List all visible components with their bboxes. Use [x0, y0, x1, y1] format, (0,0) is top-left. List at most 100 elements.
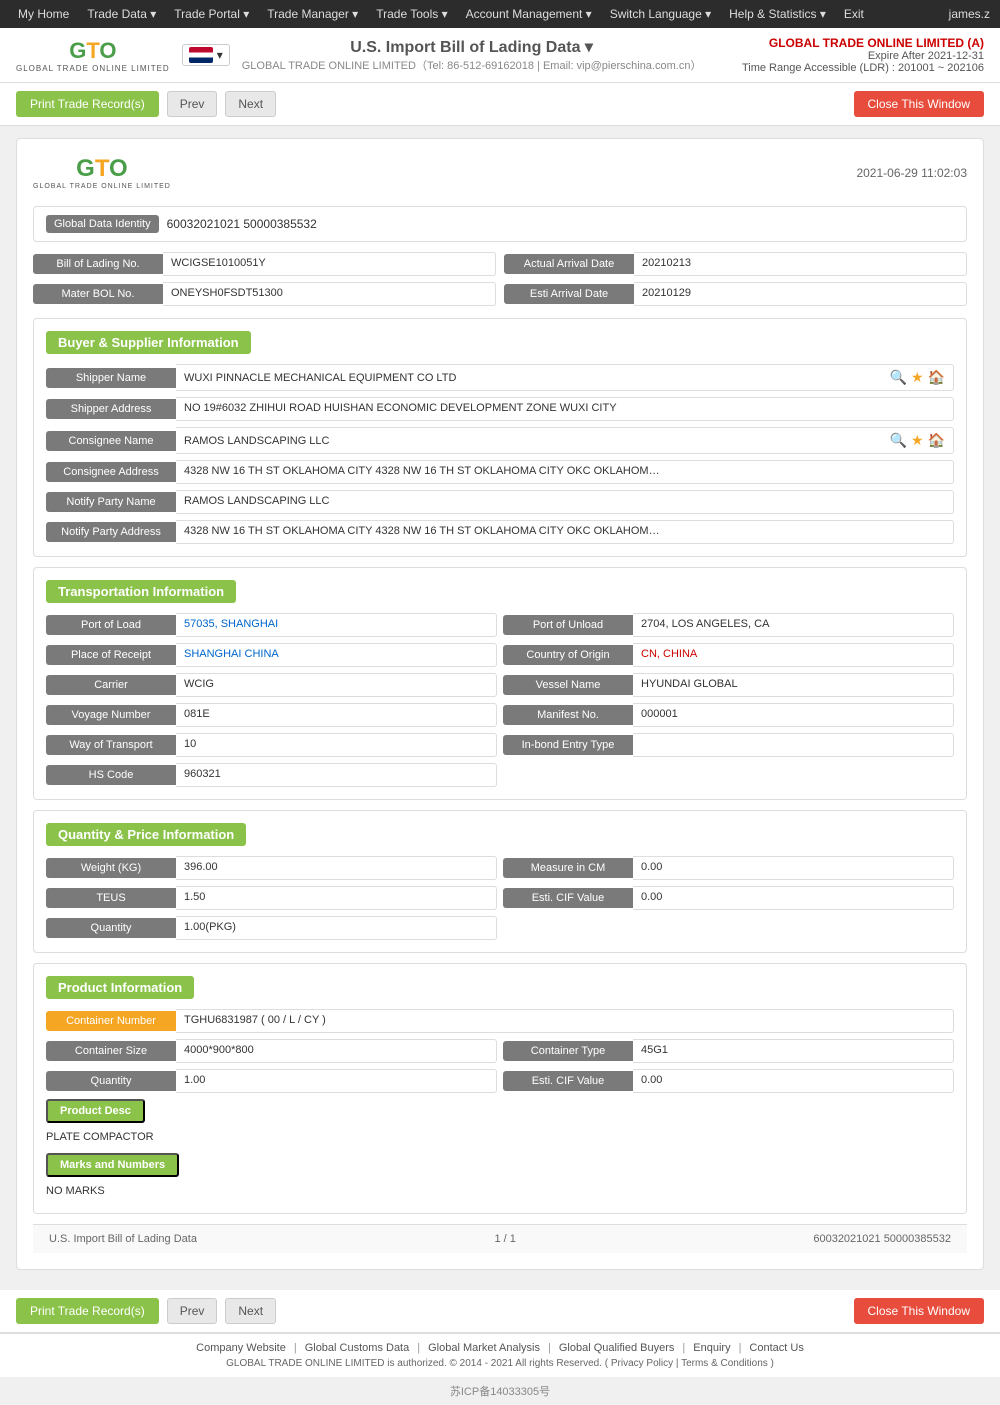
bottom-close-button[interactable]: Close This Window — [854, 1298, 984, 1324]
logo-o: O — [99, 38, 116, 63]
shipper-search-icon[interactable]: 🔍 — [890, 369, 907, 386]
quantity-value: 1.00(PKG) — [176, 916, 497, 940]
main-content: GTO GLOBAL TRADE ONLINE LIMITED 2021-06-… — [0, 126, 1000, 1290]
actual-arrival-row: Actual Arrival Date 20210213 — [504, 252, 967, 276]
bottom-next-button[interactable]: Next — [225, 1298, 276, 1324]
mater-bol-field-row: Mater BOL No. ONEYSH0FSDT51300 — [33, 282, 496, 306]
product-esti-cif-value: 0.00 — [633, 1069, 954, 1093]
icp-notice: 苏ICP备14033305号 — [0, 1377, 1000, 1405]
consignee-address-value: 4328 NW 16 TH ST OKLAHOMA CITY 4328 NW 1… — [176, 460, 954, 484]
buyer-supplier-header: Buyer & Supplier Information — [46, 331, 251, 354]
esti-cif-row: Esti. CIF Value 0.00 — [503, 886, 954, 910]
shipper-star-icon[interactable]: ★ — [911, 369, 924, 386]
nav-trade-tools[interactable]: Trade Tools ▾ — [368, 0, 455, 28]
top-navigation: My Home Trade Data ▾ Trade Portal ▾ Trad… — [0, 0, 1000, 28]
consignee-address-label: Consignee Address — [46, 462, 176, 482]
consignee-star-icon[interactable]: ★ — [911, 432, 924, 449]
footer-global-customs[interactable]: Global Customs Data — [305, 1342, 410, 1354]
measure-label: Measure in CM — [503, 858, 633, 878]
manifest-no-row: Manifest No. 000001 — [503, 703, 954, 727]
bottom-toolbar-left: Print Trade Record(s) Prev Next — [16, 1298, 276, 1324]
footer-enquiry[interactable]: Enquiry — [693, 1342, 730, 1354]
product-section: Product Information Container Number TGH… — [33, 963, 967, 1214]
quantity-price-header: Quantity & Price Information — [46, 823, 246, 846]
esti-arrival-value: 20210129 — [634, 282, 967, 306]
country-of-origin-label: Country of Origin — [503, 645, 633, 665]
logo-g: G — [69, 38, 86, 63]
voyage-number-row: Voyage Number 081E — [46, 703, 497, 727]
product-desc-button[interactable]: Product Desc — [46, 1099, 145, 1123]
card-header: GTO GLOBAL TRADE ONLINE LIMITED 2021-06-… — [33, 155, 967, 190]
consignee-name-value: RAMOS LANDSCAPING LLC 🔍 ★ 🏠 — [176, 427, 954, 454]
bottom-print-button[interactable]: Print Trade Record(s) — [16, 1298, 159, 1324]
in-bond-entry-label: In-bond Entry Type — [503, 735, 633, 755]
user-display: james.z — [949, 7, 990, 21]
port-of-unload-row: Port of Unload 2704, LOS ANGELES, CA — [503, 613, 954, 637]
vessel-name-row: Vessel Name HYUNDAI GLOBAL — [503, 673, 954, 697]
global-data-identity-row: Global Data Identity 60032021021 5000038… — [33, 206, 967, 242]
global-data-identity-label: Global Data Identity — [46, 215, 159, 233]
quantity-label: Quantity — [46, 918, 176, 938]
container-number-field: Container Number TGHU6831987 ( 00 / L / … — [46, 1009, 954, 1033]
place-of-receipt-text: SHANGHAI CHINA — [184, 648, 279, 660]
shipper-name-row: Shipper Name WUXI PINNACLE MECHANICAL EQ… — [46, 364, 954, 391]
bottom-prev-button[interactable]: Prev — [167, 1298, 218, 1324]
notify-party-address-value: 4328 NW 16 TH ST OKLAHOMA CITY 4328 NW 1… — [176, 520, 954, 544]
footer-contact-us[interactable]: Contact Us — [749, 1342, 803, 1354]
nav-trade-data[interactable]: Trade Data ▾ — [79, 0, 164, 28]
container-size-value: 4000*900*800 — [176, 1039, 497, 1063]
container-number-value: TGHU6831987 ( 00 / L / CY ) — [176, 1009, 954, 1033]
prev-button[interactable]: Prev — [167, 91, 218, 117]
nav-help-statistics[interactable]: Help & Statistics ▾ — [721, 0, 834, 28]
record-footer-left: U.S. Import Bill of Lading Data — [49, 1233, 197, 1245]
footer-global-market[interactable]: Global Market Analysis — [428, 1342, 540, 1354]
voyage-number-label: Voyage Number — [46, 705, 176, 725]
bill-of-lading-value: WCIGSE1010051Y — [163, 252, 496, 276]
notify-party-name-field: Notify Party Name RAMOS LANDSCAPING LLC — [46, 490, 954, 514]
transportation-header: Transportation Information — [46, 580, 236, 603]
footer-company-website[interactable]: Company Website — [196, 1342, 286, 1354]
consignee-home-icon[interactable]: 🏠 — [928, 432, 945, 449]
language-flag-selector[interactable]: ▾ — [182, 44, 230, 66]
footer-qualified-buyers[interactable]: Global Qualified Buyers — [559, 1342, 675, 1354]
nav-account-management[interactable]: Account Management ▾ — [458, 0, 600, 28]
company-link[interactable]: GLOBAL TRADE ONLINE LIMITED (A) — [742, 36, 984, 50]
product-esti-cif-row: Esti. CIF Value 0.00 — [503, 1069, 954, 1093]
country-of-origin-text: CN, CHINA — [641, 648, 697, 660]
container-type-value: 45G1 — [633, 1039, 954, 1063]
nav-switch-language[interactable]: Switch Language ▾ — [602, 0, 719, 28]
vessel-name-label: Vessel Name — [503, 675, 633, 695]
hs-code-value: 960321 — [176, 763, 497, 787]
place-of-receipt-row: Place of Receipt SHANGHAI CHINA — [46, 643, 497, 667]
consignee-address-row: Consignee Address 4328 NW 16 TH ST OKLAH… — [46, 460, 954, 484]
shipper-home-icon[interactable]: 🏠 — [928, 369, 945, 386]
manifest-no-label: Manifest No. — [503, 705, 633, 725]
place-of-receipt-value: SHANGHAI CHINA — [176, 643, 497, 667]
logo-subtitle: GLOBAL TRADE ONLINE LIMITED — [16, 64, 170, 73]
manifest-no-value: 000001 — [633, 703, 954, 727]
notify-party-name-label: Notify Party Name — [46, 492, 176, 512]
print-record-button[interactable]: Print Trade Record(s) — [16, 91, 159, 117]
card-logo-g: G — [76, 155, 95, 182]
nav-trade-manager[interactable]: Trade Manager ▾ — [259, 0, 366, 28]
next-button[interactable]: Next — [225, 91, 276, 117]
consignee-search-icon[interactable]: 🔍 — [890, 432, 907, 449]
mater-bol-row: Mater BOL No. ONEYSH0FSDT51300 Esti Arri… — [33, 282, 967, 306]
esti-arrival-label: Esti Arrival Date — [504, 284, 634, 304]
close-window-button[interactable]: Close This Window — [854, 91, 984, 117]
nav-exit[interactable]: Exit — [836, 0, 872, 28]
esti-cif-value: 0.00 — [633, 886, 954, 910]
nav-my-home[interactable]: My Home — [10, 0, 77, 28]
header-left: GTO GLOBAL TRADE ONLINE LIMITED ▾ U.S. I… — [16, 37, 701, 73]
marks-button[interactable]: Marks and Numbers — [46, 1153, 179, 1177]
carrier-value: WCIG — [176, 673, 497, 697]
us-flag-icon — [189, 47, 213, 63]
port-of-load-text: 57035, SHANGHAI — [184, 618, 278, 630]
nav-trade-portal[interactable]: Trade Portal ▾ — [166, 0, 257, 28]
container-number-label: Container Number — [46, 1011, 176, 1031]
company-info: GLOBAL TRADE ONLINE LIMITED（Tel: 86-512-… — [242, 57, 702, 73]
notify-party-address-row: Notify Party Address 4328 NW 16 TH ST OK… — [46, 520, 954, 544]
bill-of-lading-label: Bill of Lading No. — [33, 254, 163, 274]
shipper-name-value: WUXI PINNACLE MECHANICAL EQUIPMENT CO LT… — [176, 364, 954, 391]
shipper-name-label: Shipper Name — [46, 368, 176, 388]
